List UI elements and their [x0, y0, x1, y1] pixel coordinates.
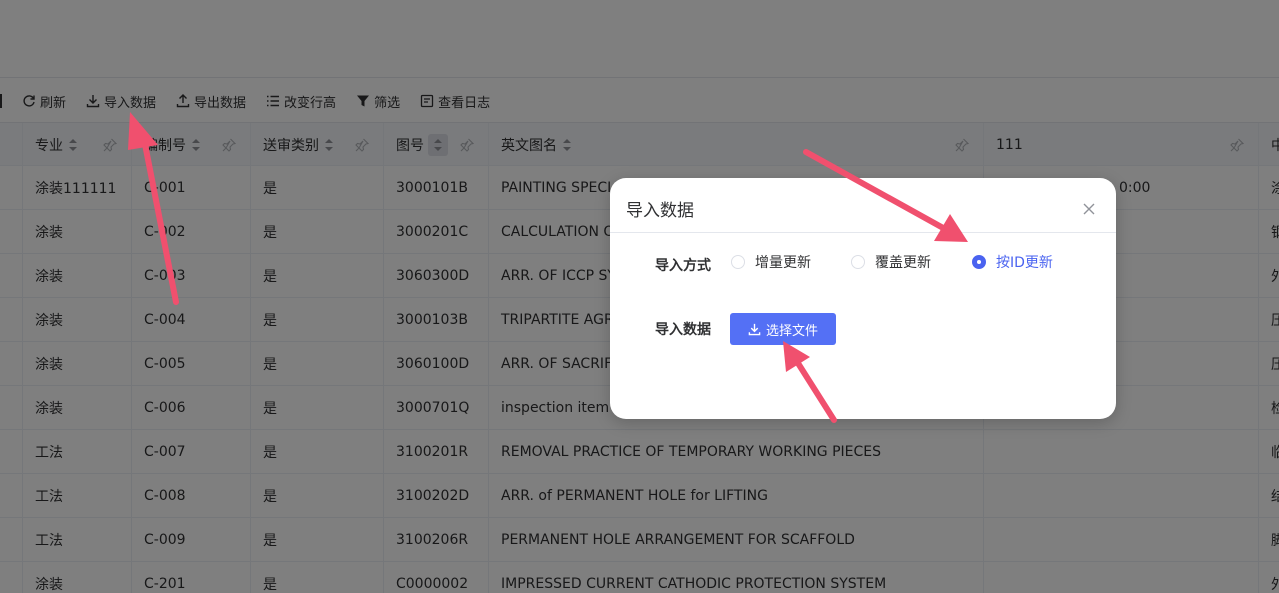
import-dialog: 导入数据 导入方式 增量更新 覆盖更新 按ID更新 导入数据 选择文件 — [610, 178, 1116, 419]
radio-circle-icon — [731, 255, 745, 269]
select-file-label: 选择文件 — [765, 323, 818, 339]
radio-overwrite-update[interactable]: 覆盖更新 — [851, 252, 931, 272]
download-icon — [748, 323, 761, 335]
radio-label: 覆盖更新 — [875, 255, 931, 271]
select-file-button[interactable]: 选择文件 — [730, 313, 836, 345]
radio-checked-icon — [972, 255, 986, 269]
radio-update-by-id[interactable]: 按ID更新 — [972, 252, 1053, 272]
radio-circle-icon — [851, 255, 865, 269]
radio-label: 按ID更新 — [996, 255, 1053, 271]
close-icon[interactable] — [1082, 202, 1096, 216]
radio-incremental-update[interactable]: 增量更新 — [731, 252, 811, 272]
dialog-title: 导入数据 — [626, 201, 694, 221]
radio-label: 增量更新 — [755, 255, 811, 271]
dialog-divider — [610, 232, 1116, 233]
import-mode-label: 导入方式 — [655, 258, 711, 274]
import-data-form-label: 导入数据 — [655, 322, 711, 338]
